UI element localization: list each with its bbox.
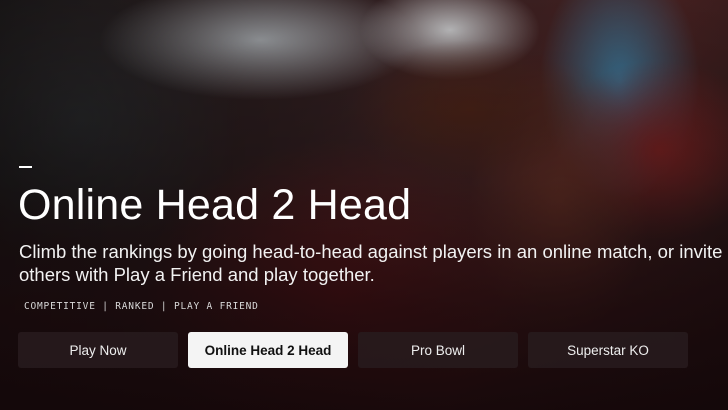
mode-selector: Play Now Online Head 2 Head Pro Bowl Sup… xyxy=(18,332,688,368)
mode-button-online-head-2-head[interactable]: Online Head 2 Head xyxy=(188,332,348,368)
game-mode-screen: Online Head 2 Head Climb the rankings by… xyxy=(0,0,728,410)
title-accent-dash xyxy=(19,166,32,168)
mode-description: Climb the rankings by going head-to-head… xyxy=(19,241,723,285)
mode-button-pro-bowl[interactable]: Pro Bowl xyxy=(358,332,518,368)
mode-title: Online Head 2 Head xyxy=(18,181,412,229)
mode-tags: COMPETITIVE | RANKED | PLAY A FRIEND xyxy=(24,301,259,312)
mode-button-play-now[interactable]: Play Now xyxy=(18,332,178,368)
mode-button-superstar-ko[interactable]: Superstar KO xyxy=(528,332,688,368)
